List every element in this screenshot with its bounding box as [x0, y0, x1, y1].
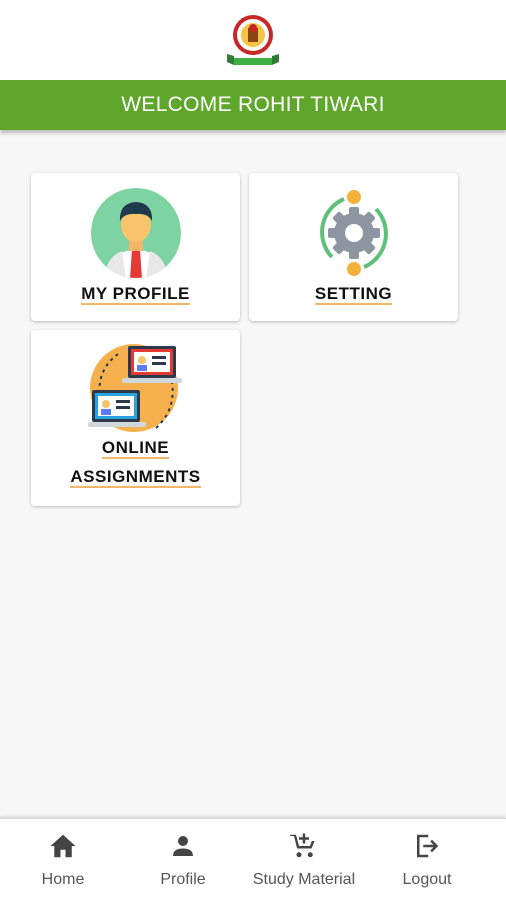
cart-add-icon	[290, 833, 315, 858]
online-assignments-icon	[87, 344, 182, 432]
my-profile-label: MY PROFILE	[81, 284, 190, 305]
settings-gear-icon	[319, 190, 388, 276]
welcome-text: WELCOME ROHIT TIWARI	[121, 93, 385, 116]
nav-item-profile[interactable]: Profile	[120, 819, 246, 900]
bottom-navigation: Home Profile Study Material Logout	[0, 818, 506, 900]
nav-label-logout: Logout	[402, 871, 452, 888]
logout-icon	[417, 834, 439, 858]
school-logo	[227, 15, 279, 65]
setting-card[interactable]: SETTING	[249, 173, 458, 321]
setting-label: SETTING	[314, 284, 393, 305]
home-icon	[50, 834, 76, 858]
welcome-banner: WELCOME ROHIT TIWARI	[0, 80, 506, 130]
person-icon	[173, 836, 193, 856]
nav-item-home[interactable]: Home	[0, 819, 126, 900]
nav-item-study-material[interactable]: Study Material	[240, 819, 368, 900]
my-profile-card[interactable]: MY PROFILE	[31, 173, 240, 321]
nav-label-profile: Profile	[160, 871, 206, 888]
online-assignments-label: ONLINE ASSIGNMENTS	[70, 438, 201, 488]
app-header	[0, 0, 506, 80]
nav-label-study-material: Study Material	[252, 871, 356, 888]
online-assignments-card[interactable]: ONLINE ASSIGNMENTS	[31, 330, 240, 506]
profile-avatar-icon	[90, 188, 181, 278]
nav-label-home: Home	[41, 871, 85, 888]
nav-item-logout[interactable]: Logout	[364, 819, 490, 900]
